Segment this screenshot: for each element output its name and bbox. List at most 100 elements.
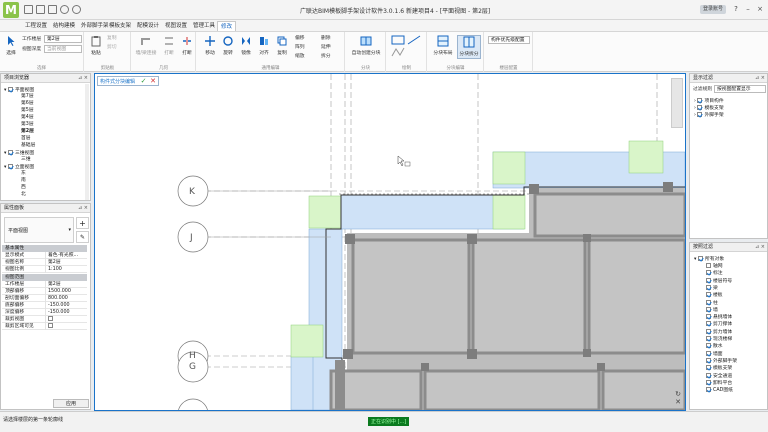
panel-pin-icon[interactable]: ⊿ × bbox=[78, 74, 88, 83]
filter-item[interactable]: 卸料平台 bbox=[706, 379, 732, 387]
line-draw-icon[interactable] bbox=[407, 35, 421, 45]
navigation-bar[interactable] bbox=[671, 78, 683, 128]
checkbox[interactable] bbox=[706, 299, 711, 305]
prop-row[interactable]: 剖切面偏移 800.000 bbox=[2, 295, 87, 302]
filter-item[interactable]: 现浇楼梯 bbox=[706, 336, 732, 343]
properties-pin-icon[interactable]: ⊿ × bbox=[78, 204, 88, 213]
tab-structure-model[interactable]: 结构建模 bbox=[50, 21, 78, 31]
checkbox[interactable] bbox=[706, 365, 711, 371]
filter-item[interactable]: 外部脚手架 bbox=[706, 357, 737, 365]
filter-item[interactable]: 楼板 bbox=[706, 292, 723, 299]
tree-item-floor5[interactable]: 第5层 bbox=[21, 108, 34, 114]
checkbox[interactable] bbox=[697, 256, 703, 261]
prop-row[interactable]: 视图名称 第2层 bbox=[2, 259, 87, 266]
filter-item[interactable]: 散水 bbox=[706, 343, 723, 350]
checkbox[interactable] bbox=[706, 350, 711, 356]
filter-item[interactable]: › 项目构件 bbox=[694, 98, 724, 105]
checkbox[interactable] bbox=[706, 263, 711, 268]
checkbox[interactable] bbox=[706, 336, 711, 341]
prop-row[interactable]: 视图比例 1:100 bbox=[2, 266, 87, 273]
move-button[interactable]: 移动 bbox=[201, 35, 219, 59]
filter-pin-icon[interactable]: ⊿ × bbox=[755, 74, 765, 83]
filter-item[interactable]: 安全通道 bbox=[706, 372, 732, 380]
checkbox[interactable] bbox=[706, 270, 711, 276]
edit-type-icon[interactable]: ✎ bbox=[76, 231, 89, 243]
checkbox[interactable] bbox=[706, 314, 711, 320]
tab-view-settings[interactable]: 视图设置 bbox=[162, 21, 190, 31]
help-icon[interactable]: ? bbox=[732, 5, 740, 13]
close-icon[interactable]: × bbox=[756, 5, 764, 13]
user-account[interactable]: 登录账号 bbox=[700, 5, 726, 14]
checkbox[interactable] bbox=[706, 343, 711, 349]
prop-row[interactable]: 裁剪区域可见 bbox=[2, 323, 87, 330]
filter-item[interactable]: › 外脚手架 bbox=[694, 112, 724, 119]
wall-join-button[interactable]: 墙/梁连接 bbox=[134, 35, 158, 59]
filter-root[interactable]: ▾ 所有对象 bbox=[694, 256, 724, 263]
paste-button[interactable]: 粘贴 bbox=[87, 35, 105, 59]
checkbox[interactable] bbox=[706, 306, 711, 312]
tree-item-east[interactable]: 东 bbox=[21, 171, 26, 177]
tree-item-floor6[interactable]: 第6层 bbox=[21, 101, 34, 107]
filter-rule-select[interactable]: 按视图配置显示 bbox=[714, 85, 766, 93]
tree-item-foundation[interactable]: 基础层 bbox=[21, 143, 35, 149]
split-button[interactable]: 拆分 bbox=[321, 53, 331, 60]
rect-draw-icon[interactable] bbox=[391, 35, 405, 45]
add-type-button[interactable]: + bbox=[76, 217, 89, 229]
tree-node-elevations[interactable]: ▾ 立面视图 bbox=[4, 164, 34, 171]
filter-item[interactable]: 标注 bbox=[706, 270, 723, 277]
crop-visible-checkbox[interactable] bbox=[48, 323, 53, 328]
checkbox[interactable] bbox=[706, 372, 711, 378]
tree-item-3d[interactable]: 三维 bbox=[21, 157, 31, 163]
tree-item-north[interactable]: 北 bbox=[21, 192, 26, 198]
checkbox[interactable] bbox=[697, 105, 703, 110]
filter-item[interactable]: 剪刀撑体 bbox=[706, 321, 732, 328]
crop-view-checkbox[interactable] bbox=[48, 316, 53, 321]
checkbox[interactable] bbox=[706, 357, 711, 363]
tree-item-floor7[interactable]: 第7层 bbox=[21, 94, 34, 100]
checkbox[interactable] bbox=[706, 292, 711, 298]
filter-item[interactable]: 柱 bbox=[706, 299, 718, 307]
filter-item[interactable]: 剪力墙体 bbox=[706, 328, 732, 336]
copy-object-button[interactable]: 复制 bbox=[273, 35, 291, 59]
tab-management-tools[interactable]: 管理工具 bbox=[190, 21, 218, 31]
checkbox[interactable] bbox=[706, 387, 711, 393]
tree-item-south[interactable]: 南 bbox=[21, 178, 26, 184]
prop-row[interactable]: 工作楼层 第2层 bbox=[2, 281, 87, 288]
checkbox[interactable] bbox=[706, 328, 711, 334]
scale-button[interactable]: 缩放 bbox=[295, 53, 305, 60]
prop-row[interactable]: 裁剪视图 bbox=[2, 316, 87, 323]
tree-node-plan-views[interactable]: ▾ 平面视图 bbox=[4, 87, 34, 94]
priority-config-select[interactable]: 构件优先级配置 bbox=[488, 36, 530, 44]
confirm-check-icon[interactable]: ✓ bbox=[141, 77, 147, 85]
tab-project-settings[interactable]: 工程设置 bbox=[22, 21, 50, 31]
tree-item-floor2[interactable]: 第2层 bbox=[21, 129, 34, 135]
browser-scrollbar[interactable] bbox=[85, 84, 89, 200]
filter-item[interactable]: › 模板支架 bbox=[694, 105, 724, 112]
rotate-button[interactable]: 旋转 bbox=[219, 35, 237, 59]
type-selector[interactable]: 平面视图 ▾ bbox=[4, 217, 74, 243]
block-layout-button[interactable]: 分块布局 bbox=[431, 35, 455, 59]
break-button[interactable]: 打断 bbox=[178, 35, 196, 59]
new-file-icon[interactable] bbox=[24, 5, 33, 14]
copy-button[interactable]: 复制 bbox=[107, 35, 117, 42]
tree-item-west[interactable]: 西 bbox=[21, 185, 26, 191]
checkbox[interactable] bbox=[697, 112, 703, 117]
undo-icon[interactable] bbox=[60, 5, 69, 14]
prop-row[interactable]: 深度偏移 -150.000 bbox=[2, 309, 87, 316]
auto-create-block-button[interactable]: 自动创建分块 bbox=[349, 35, 383, 59]
filter-item[interactable]: 悬挑墙体 bbox=[706, 314, 732, 321]
offset-button[interactable]: 偏移 bbox=[295, 35, 305, 42]
reset-view-icon[interactable]: ↻ ✕ bbox=[673, 390, 683, 408]
tree-item-floor4[interactable]: 第4层 bbox=[21, 115, 34, 121]
open-file-icon[interactable] bbox=[36, 5, 45, 14]
trim-button[interactable]: 打断 bbox=[160, 35, 178, 59]
select-button[interactable]: 选择 bbox=[2, 35, 20, 59]
checkbox[interactable] bbox=[706, 284, 711, 290]
filter-item[interactable]: 楼层符号 bbox=[706, 277, 732, 285]
cut-button[interactable]: 剪切 bbox=[107, 44, 117, 51]
tab-formwork-support[interactable]: 模板支架 bbox=[106, 21, 134, 31]
filter-item[interactable]: 墙面 bbox=[706, 350, 723, 358]
checkbox[interactable] bbox=[706, 379, 711, 385]
tree-item-ground-floor[interactable]: 首层 bbox=[21, 136, 31, 142]
checkbox[interactable] bbox=[697, 98, 703, 103]
